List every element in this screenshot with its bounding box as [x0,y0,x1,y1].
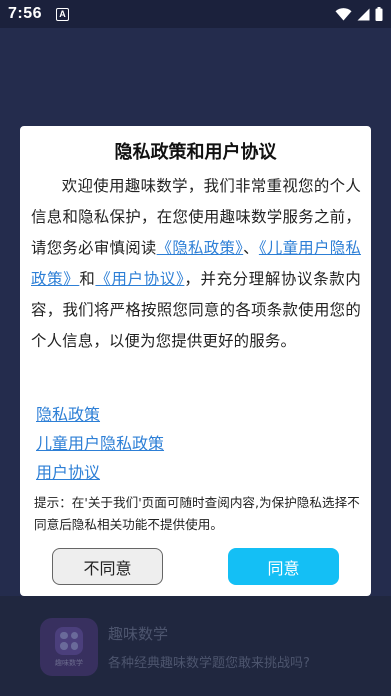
body-separator-2: 和 [79,270,96,288]
link-user-agreement[interactable]: 用户协议 [36,458,164,487]
app-name: 趣味数学 [108,625,169,643]
status-time: 7:56 [8,5,43,22]
policy-links: 隐私政策 儿童用户隐私政策 用户协议 [36,400,164,487]
app-description: 各种经典趣味数学题您敢来挑战吗? [108,656,310,671]
app-icon: 趣味数学 [40,618,98,676]
inline-link-user-agreement[interactable]: 《用户协议》 [95,270,184,288]
signal-icon [357,8,370,20]
dialog-tip: 提示：在'关于我们'页面可随时查阅内容,为保护隐私选择不同意后隐私相关功能不提供… [34,495,360,532]
agree-button[interactable]: 同意 [228,548,339,585]
status-bar: 7:56 A [0,0,391,28]
link-privacy-policy[interactable]: 隐私政策 [36,400,164,429]
link-children-privacy-policy[interactable]: 儿童用户隐私政策 [36,429,164,458]
disagree-button[interactable]: 不同意 [52,548,163,585]
app-icon-label: 趣味数学 [55,658,83,667]
wifi-icon [335,7,352,20]
dialog-title: 隐私政策和用户协议 [114,142,277,163]
notification-icon: A [56,7,70,21]
app-logo-icon [55,626,83,655]
dialog-body-text: 欢迎使用趣味数学，我们非常重视您的个人信息和隐私保护，在您使用趣味数学服务之前，… [31,171,361,357]
status-icons [335,7,383,21]
battery-icon [375,7,383,21]
body-separator-1: 、 [243,239,259,257]
inline-link-privacy-policy[interactable]: 《隐私政策》 [157,239,244,257]
privacy-dialog: 隐私政策和用户协议 欢迎使用趣味数学，我们非常重视您的个人信息和隐私保护，在您使… [20,126,371,596]
